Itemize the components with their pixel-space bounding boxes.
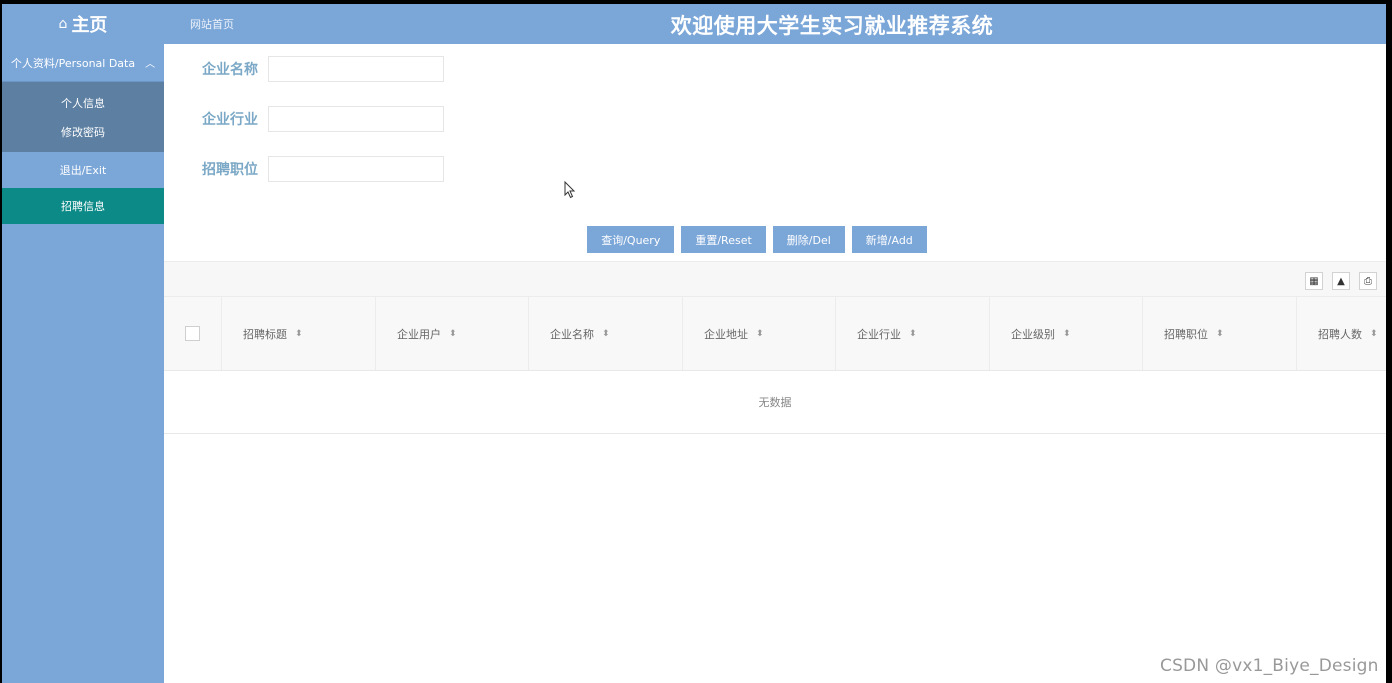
select-all-cell <box>164 297 222 370</box>
position-input[interactable] <box>268 156 444 182</box>
home-label: 主页 <box>71 15 108 36</box>
column-header-company-name[interactable]: 企业名称 ⬍ <box>529 297 683 370</box>
column-label: 企业级别 <box>1011 327 1055 341</box>
column-header-position[interactable]: 招聘职位 ⬍ <box>1143 297 1297 370</box>
column-label: 企业行业 <box>857 327 901 341</box>
action-buttons: 查询/Query 重置/Reset 删除/Del 新增/Add <box>164 226 1386 253</box>
print-icon[interactable]: ⎙ <box>1359 272 1377 290</box>
column-header-company-level[interactable]: 企业级别 ⬍ <box>990 297 1143 370</box>
search-row-industry: 企业行业 <box>164 104 444 134</box>
sidebar-group-label: 个人资料/Personal Data <box>10 56 136 70</box>
column-header-company-address[interactable]: 企业地址 ⬍ <box>683 297 836 370</box>
mouse-cursor-icon <box>564 181 576 199</box>
columns-icon[interactable]: ▦ <box>1305 272 1323 290</box>
position-label: 招聘职位 <box>202 162 258 178</box>
export-icon[interactable]: ▲ <box>1332 272 1350 290</box>
column-label: 企业地址 <box>704 327 748 341</box>
industry-label: 企业行业 <box>202 112 258 128</box>
search-row-company-name: 企业名称 <box>164 54 444 84</box>
page-title: 欢迎使用大学生实习就业推荐系统 <box>670 14 994 38</box>
window-edge <box>1386 4 1392 683</box>
sidebar-item-recruitment[interactable]: 招聘信息 <box>2 188 164 224</box>
column-label: 招聘标题 <box>243 327 287 341</box>
column-label: 招聘人数 <box>1318 327 1362 341</box>
sort-icon[interactable]: ⬍ <box>449 329 457 339</box>
column-label: 企业用户 <box>397 327 441 341</box>
sidebar-item-change-password[interactable]: 修改密码 <box>2 117 164 146</box>
breadcrumb[interactable]: 网站首页 <box>190 16 234 32</box>
data-table: ▦ ▲ ⎙ 招聘标题 ⬍ 企业用户 ⬍ 企业名称 ⬍ 企业地址 ⬍ 企业行业 ⬍… <box>164 261 1386 434</box>
company-name-label: 企业名称 <box>202 62 258 78</box>
search-row-position: 招聘职位 <box>164 154 444 184</box>
company-name-input[interactable] <box>268 56 444 82</box>
sidebar-group-personal-data[interactable]: 个人资料/Personal Data ︿ <box>2 44 164 82</box>
reset-button[interactable]: 重置/Reset <box>681 226 766 253</box>
watermark: CSDN @vx1_Biye_Design <box>1160 656 1379 676</box>
column-header-title[interactable]: 招聘标题 ⬍ <box>222 297 376 370</box>
empty-state: 无数据 <box>164 371 1386 434</box>
add-button[interactable]: 新增/Add <box>851 226 927 253</box>
column-label: 招聘职位 <box>1164 327 1208 341</box>
top-header: ⌂ 主页 网站首页 欢迎使用大学生实习就业推荐系统 <box>2 4 1386 44</box>
home-icon: ⌂ <box>58 16 68 32</box>
sort-icon[interactable]: ⬍ <box>295 329 303 339</box>
column-header-company-user[interactable]: 企业用户 ⬍ <box>376 297 529 370</box>
home-link[interactable]: ⌂ 主页 <box>2 4 164 44</box>
sidebar-submenu: 个人信息 修改密码 <box>2 82 164 152</box>
sidebar: 个人资料/Personal Data ︿ 个人信息 修改密码 退出/Exit 招… <box>2 44 164 683</box>
sort-icon[interactable]: ⬍ <box>602 329 610 339</box>
chevron-up-icon: ︿ <box>145 59 156 70</box>
table-header: 招聘标题 ⬍ 企业用户 ⬍ 企业名称 ⬍ 企业地址 ⬍ 企业行业 ⬍ 企业级别 … <box>164 297 1386 371</box>
sort-icon[interactable]: ⬍ <box>756 329 764 339</box>
column-label: 企业名称 <box>550 327 594 341</box>
select-all-checkbox[interactable] <box>185 326 200 341</box>
column-header-industry[interactable]: 企业行业 ⬍ <box>836 297 990 370</box>
app-window: ⌂ 主页 网站首页 欢迎使用大学生实习就业推荐系统 个人资料/Personal … <box>2 4 1386 683</box>
main-content: 企业名称 企业行业 招聘职位 查询/Query 重置/Reset 删除/Del … <box>164 44 1386 683</box>
sidebar-item-personal-info[interactable]: 个人信息 <box>2 88 164 117</box>
table-toolbar: ▦ ▲ ⎙ <box>164 261 1386 297</box>
sort-icon[interactable]: ⬍ <box>909 329 917 339</box>
column-header-headcount[interactable]: 招聘人数 ⬍ <box>1297 297 1386 370</box>
sort-icon[interactable]: ⬍ <box>1216 329 1224 339</box>
industry-input[interactable] <box>268 106 444 132</box>
sort-icon[interactable]: ⬍ <box>1370 329 1378 339</box>
sort-icon[interactable]: ⬍ <box>1063 329 1071 339</box>
delete-button[interactable]: 删除/Del <box>772 226 845 253</box>
sidebar-item-exit[interactable]: 退出/Exit <box>2 152 164 188</box>
query-button[interactable]: 查询/Query <box>587 226 675 253</box>
